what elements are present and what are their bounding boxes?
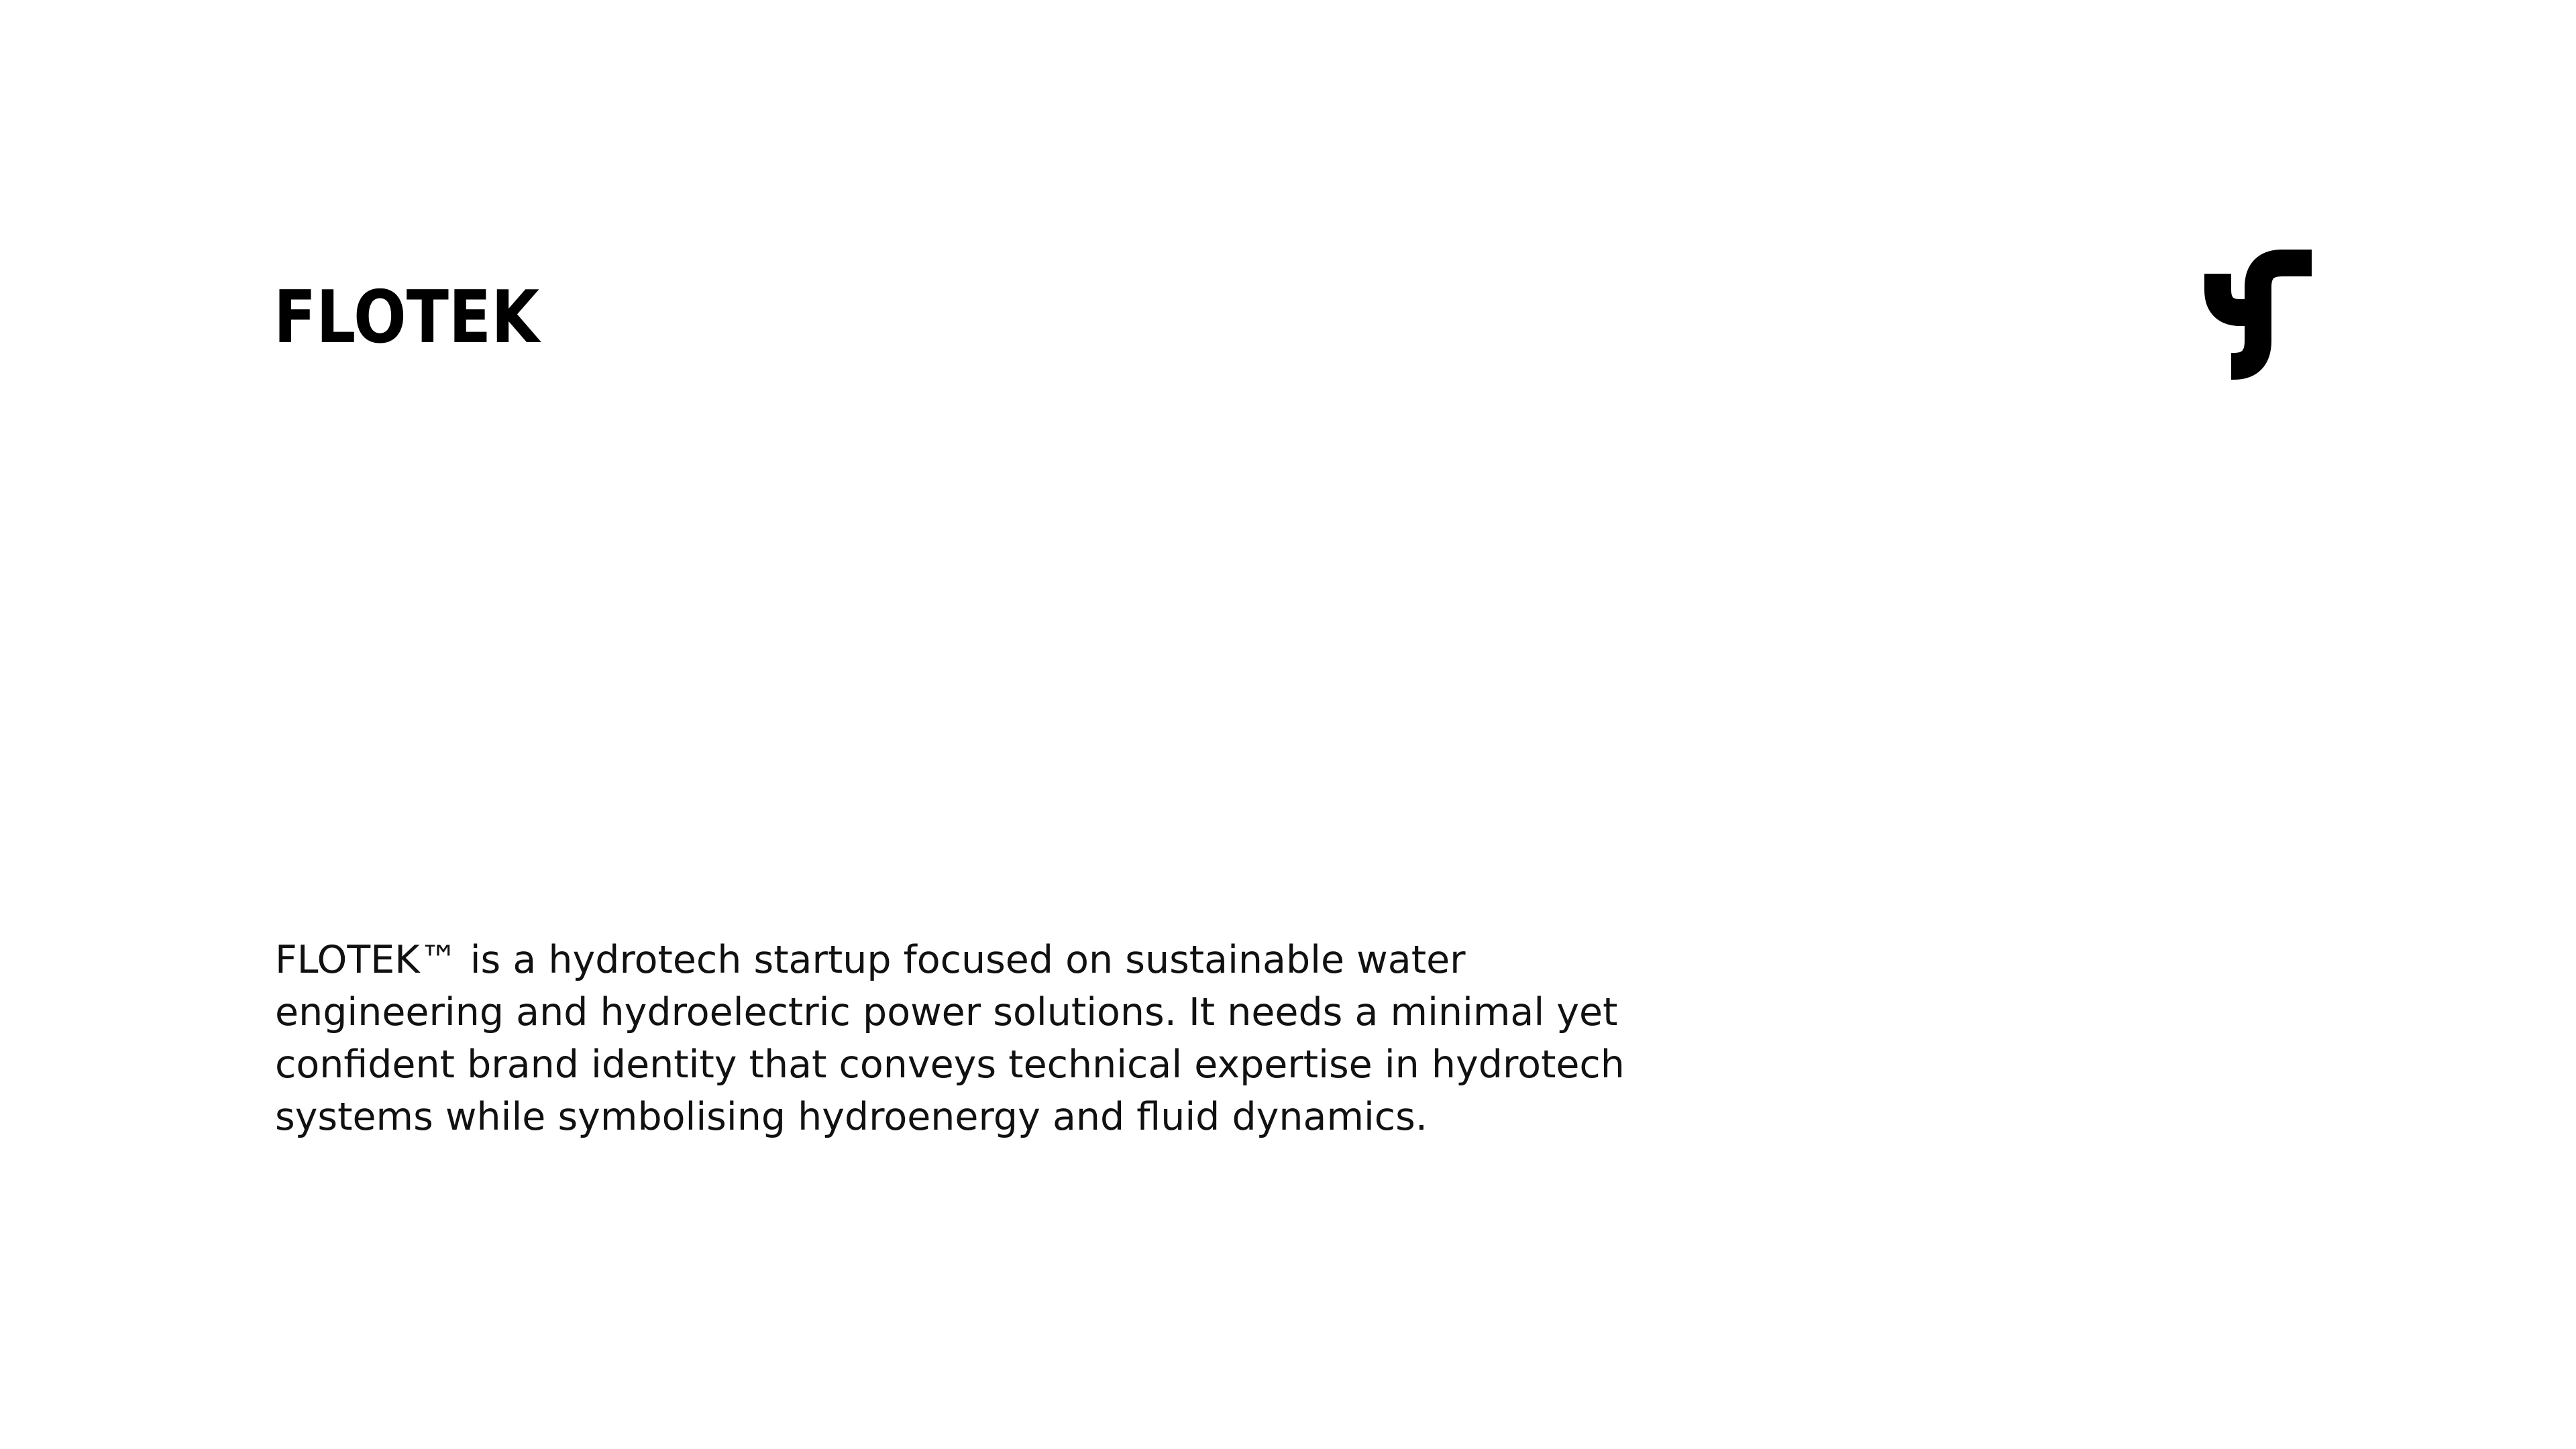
description-line: FLOTEK™ is a hydrotech startup focused o… — [275, 938, 1466, 982]
wordmark-text: FLOTEK — [274, 280, 541, 350]
description-line: engineering and hydroelectric power solu… — [275, 990, 1618, 1034]
description-line: confident brand identity that conveys te… — [275, 1042, 1625, 1087]
description-line: systems while symbolising hydroenergy an… — [275, 1095, 1428, 1139]
flotek-wordmark-logo: FLOTEK — [274, 280, 541, 350]
flotek-pipe-mark-icon — [2204, 250, 2312, 380]
brand-description: FLOTEK™ is a hydrotech startup focused o… — [275, 934, 1751, 1143]
